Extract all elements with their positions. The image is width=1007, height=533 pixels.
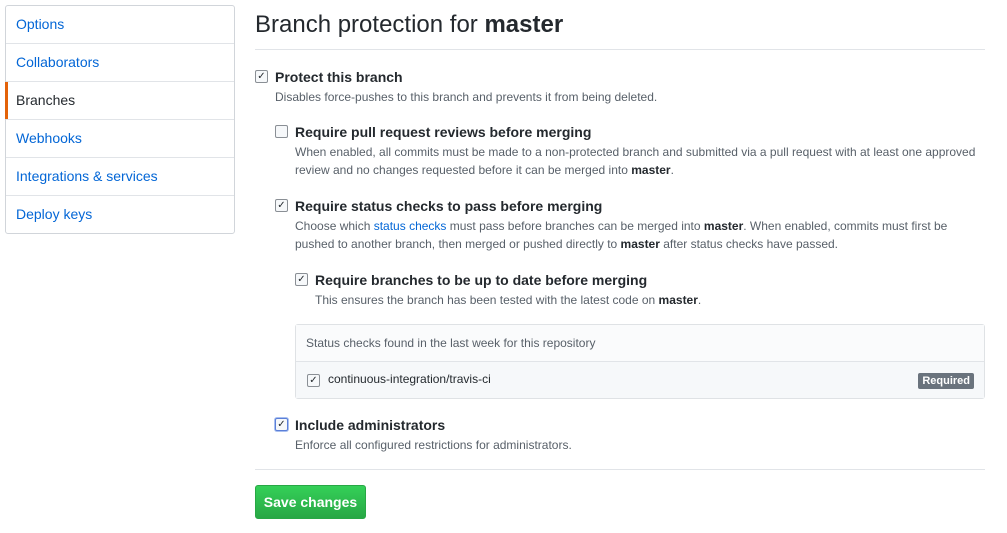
status-checks-box: Status checks found in the last week for… — [295, 324, 985, 399]
status-check-row: continuous-integration/travis-ci Require… — [296, 362, 984, 398]
sidebar-item-integrations[interactable]: Integrations & services — [6, 157, 234, 195]
require-reviews-desc-end: . — [670, 163, 674, 177]
save-changes-button[interactable]: Save changes — [255, 485, 366, 519]
include-admins-checkbox[interactable] — [275, 418, 288, 431]
protect-branch-checkbox[interactable] — [255, 70, 268, 83]
main-content: Branch protection for master Protect thi… — [255, 0, 985, 519]
sidebar-item-collaborators[interactable]: Collaborators — [6, 43, 234, 81]
sidebar-item-deploy-keys[interactable]: Deploy keys — [6, 195, 234, 233]
protect-branch-label: Protect this branch — [275, 69, 403, 85]
option-protect-branch: Protect this branch Disables force-pushe… — [255, 68, 985, 106]
require-reviews-checkbox[interactable] — [275, 125, 288, 138]
required-badge: Required — [918, 373, 974, 389]
form-divider — [255, 469, 985, 470]
status-checks-desc-branch-2: master — [620, 237, 660, 251]
status-checks-box-header: Status checks found in the last week for… — [296, 325, 984, 362]
require-reviews-desc-branch: master — [631, 163, 671, 177]
protect-branch-desc: Disables force-pushes to this branch and… — [275, 90, 658, 104]
status-checks-desc: Choose which status checks must pass bef… — [295, 217, 981, 253]
status-checks-desc-branch: master — [703, 219, 744, 233]
option-up-to-date: Require branches to be up to date before… — [295, 271, 981, 309]
status-checks-desc-mid: must pass before branches can be merged … — [446, 219, 704, 233]
status-check-checkbox[interactable] — [307, 374, 320, 387]
status-checks-link[interactable]: status checks — [374, 219, 447, 233]
sidebar-item-branches[interactable]: Branches — [5, 81, 234, 119]
sidebar-item-webhooks[interactable]: Webhooks — [6, 119, 234, 157]
status-check-name: continuous-integration/travis-ci — [328, 372, 491, 386]
require-reviews-label: Require pull request reviews before merg… — [295, 124, 592, 140]
page-title-prefix: Branch protection for — [255, 11, 485, 38]
include-admins-label: Include administrators — [295, 417, 446, 433]
sidebar-item-options[interactable]: Options — [6, 6, 234, 43]
status-checks-desc-end: after status checks have passed. — [659, 237, 839, 251]
up-to-date-desc-pre: This ensures the branch has been tested … — [315, 293, 659, 307]
page-title-branch: master — [484, 11, 564, 38]
page-title: Branch protection for master — [255, 0, 985, 50]
status-checks-label: Require status checks to pass before mer… — [295, 198, 603, 214]
option-status-checks: Require status checks to pass before mer… — [275, 197, 981, 253]
settings-sidebar: Options Collaborators Branches Webhooks … — [5, 5, 235, 234]
include-admins-desc: Enforce all configured restrictions for … — [295, 438, 572, 452]
status-checks-checkbox[interactable] — [275, 199, 288, 212]
option-require-reviews: Require pull request reviews before merg… — [275, 123, 981, 179]
up-to-date-desc: This ensures the branch has been tested … — [315, 291, 981, 309]
up-to-date-checkbox[interactable] — [295, 273, 308, 286]
require-reviews-desc: When enabled, all commits must be made t… — [295, 143, 981, 179]
status-checks-desc-pre: Choose which — [295, 219, 374, 233]
option-include-admins: Include administrators Enforce all confi… — [275, 416, 981, 454]
up-to-date-desc-branch: master — [658, 293, 698, 307]
up-to-date-desc-end: . — [697, 293, 702, 307]
up-to-date-label: Require branches to be up to date before… — [315, 272, 648, 288]
